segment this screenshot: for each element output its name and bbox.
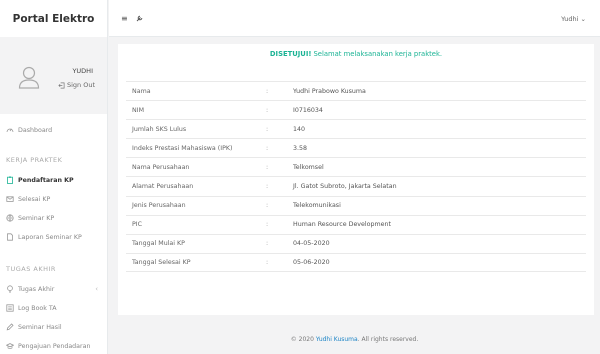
document-icon — [6, 233, 14, 241]
envelope-icon — [6, 195, 14, 203]
topbar-icons: ≡ — [121, 14, 144, 24]
row-separator: : — [266, 202, 269, 210]
sign-out-icon — [58, 82, 65, 88]
nav-section-kp: KERJA PRAKTEK — [6, 156, 63, 164]
brand-title[interactable]: Portal Elektro — [0, 0, 107, 37]
alert-text: Selamat melaksanakan kerja praktek. — [313, 50, 443, 58]
user-menu[interactable]: Yudhi ⌄ — [561, 15, 586, 23]
row-label: Jumlah SKS Lulus — [132, 125, 187, 133]
table-row: Tanggal Mulai KP: 04-05-2020 — [126, 233, 586, 253]
row-value: 05-06-2020 — [293, 258, 330, 266]
table-row: Jenis Perusahaan: Telekomunikasi — [126, 195, 586, 215]
menu-toggle-icon[interactable]: ≡ — [121, 14, 128, 24]
sidebar-item-label: Dashboard — [18, 126, 53, 134]
sidebar-item-seminar-hasil[interactable]: Seminar Hasil — [0, 320, 108, 334]
row-value: 04-05-2020 — [293, 240, 330, 248]
row-value: Yudhi Prabowo Kusuma — [293, 87, 366, 95]
table-row: Tanggal Selesai KP: 05-06-2020 — [126, 252, 586, 272]
row-label: Nama Perusahaan — [132, 163, 190, 171]
row-value: Telkomsel — [293, 163, 324, 171]
sidebar-item-tugas-akhir[interactable]: Tugas Akhir ‹ — [0, 282, 108, 296]
row-label: NIM — [132, 106, 145, 114]
table-row: Alamat Perusahaan: Jl. Gatot Subroto, Jak… — [126, 176, 586, 195]
chevron-left-icon: ‹ — [95, 285, 98, 293]
chevron-down-icon: ⌄ — [580, 15, 586, 23]
sidebar-item-laporan-seminar-kp[interactable]: Laporan Seminar KP — [0, 230, 108, 244]
row-value: I0716034 — [293, 106, 323, 114]
kp-detail-table: Nama: Yudhi Prabowo Kusuma NIM: I0716034 Jum… — [126, 81, 586, 272]
row-value: Telekomunikasi — [293, 202, 341, 210]
top-bar: ≡ Yudhi ⌄ — [109, 0, 600, 37]
sidebar-item-pengajuan-pendadaran[interactable]: Pengajuan Pendadaran — [0, 339, 108, 353]
approval-alert: DISETUJUI! Selamat melaksanakan kerja pr… — [118, 44, 594, 64]
row-label: Tanggal Mulai KP — [132, 240, 185, 248]
row-value: 3.58 — [293, 144, 308, 152]
list-icon — [6, 304, 14, 312]
pencil-icon — [6, 323, 14, 331]
row-label: Jenis Perusahaan — [132, 202, 186, 210]
row-value: 140 — [293, 125, 306, 133]
sidebar-item-label: Log Book TA — [18, 304, 57, 312]
row-separator: : — [266, 221, 269, 229]
table-row: Indeks Prestasi Mahasiswa (IPK): 3.58 — [126, 138, 586, 157]
sidebar-item-pendaftaran-kp[interactable]: Pendaftaran KP — [0, 173, 108, 187]
sidebar-item-label: Tugas Akhir — [18, 285, 55, 293]
row-value: Jl. Gatot Subroto, Jakarta Selatan — [293, 183, 397, 191]
sidebar-item-seminar-kp[interactable]: Seminar KP — [0, 211, 108, 225]
profile-name: YUDHI — [72, 67, 93, 75]
row-separator: : — [266, 87, 269, 95]
sidebar-item-dashboard[interactable]: Dashboard — [0, 123, 108, 137]
table-row: Jumlah SKS Lulus: 140 — [126, 119, 586, 138]
footer-suffix: . All rights reserved. — [357, 336, 419, 343]
row-separator: : — [266, 106, 269, 114]
row-value: Human Resource Development — [293, 221, 391, 229]
profile-panel: YUDHI Sign Out — [0, 37, 107, 114]
graduation-cap-icon — [6, 342, 14, 350]
sidebar-item-label: Selesai KP — [18, 195, 51, 203]
footer-author-link[interactable]: Yudhi Kusuma — [316, 336, 358, 343]
row-separator: : — [266, 125, 269, 133]
user-avatar-icon — [18, 66, 40, 89]
row-separator: : — [266, 240, 269, 248]
sidebar-item-log-book-ta[interactable]: Log Book TA — [0, 301, 108, 315]
table-row: NIM: I0716034 — [126, 100, 586, 119]
clipboard-icon — [6, 176, 14, 184]
sidebar-item-label: Seminar Hasil — [18, 323, 62, 331]
sign-out-link[interactable]: Sign Out — [58, 81, 95, 89]
row-separator: : — [266, 258, 269, 266]
sidebar-item-label: Pendaftaran KP — [18, 176, 74, 184]
sidebar-item-selesai-kp[interactable]: Selesai KP — [0, 192, 108, 206]
globe-icon — [6, 214, 14, 222]
nav-section-ta: TUGAS AKHIR — [6, 265, 56, 273]
table-row: Nama: Yudhi Prabowo Kusuma — [126, 81, 586, 100]
sidebar-item-label: Pengajuan Pendadaran — [18, 342, 91, 350]
row-label: Indeks Prestasi Mahasiswa (IPK) — [132, 144, 233, 152]
row-label: Alamat Perusahaan — [132, 183, 194, 191]
alert-strong: DISETUJUI! — [269, 50, 312, 58]
row-label: PIC — [132, 221, 143, 229]
sidebar-item-label: Laporan Seminar KP — [18, 233, 82, 241]
sidebar: Portal Elektro YUDHI Sign Out Dashboard … — [0, 0, 108, 354]
table-row: Nama Perusahaan: Telkomsel — [126, 157, 586, 176]
footer: © 2020 Yudhi Kusuma. All rights reserved… — [109, 336, 600, 343]
row-separator: : — [266, 183, 269, 191]
row-separator: : — [266, 144, 269, 152]
row-separator: : — [266, 163, 269, 171]
wrench-icon[interactable] — [136, 14, 144, 24]
sidebar-item-label: Seminar KP — [18, 214, 55, 222]
kp-detail-card: DISETUJUI! Selamat melaksanakan kerja pr… — [118, 44, 594, 315]
sign-out-label: Sign Out — [66, 81, 95, 89]
row-label: Tanggal Selesai KP — [132, 258, 191, 266]
bulb-icon — [6, 285, 14, 293]
dashboard-icon — [6, 126, 14, 134]
table-row: PIC: Human Resource Development — [126, 214, 586, 234]
row-label: Nama — [132, 87, 151, 95]
user-menu-label: Yudhi — [561, 15, 579, 23]
footer-prefix: © 2020 — [290, 336, 314, 343]
